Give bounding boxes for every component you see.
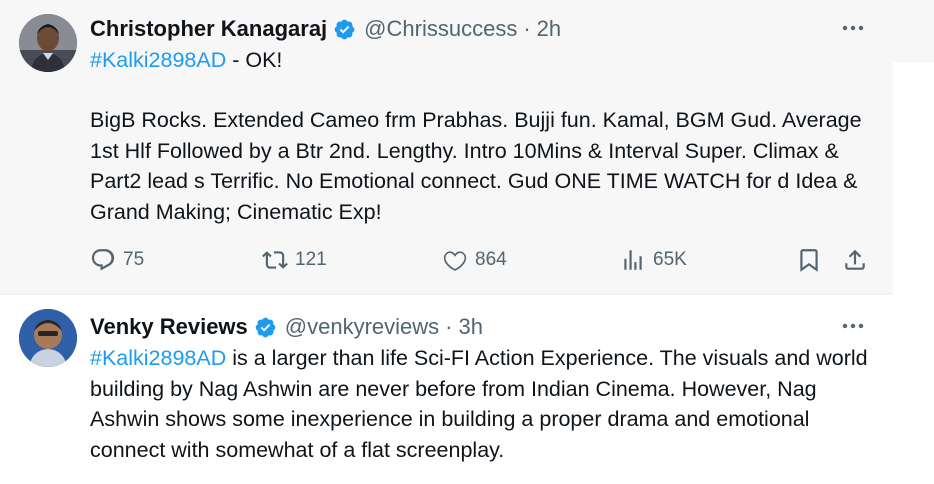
verified-badge-icon — [334, 19, 355, 39]
timestamp[interactable]: 2h — [537, 16, 561, 42]
tweet-text-line: - OK! — [226, 48, 283, 72]
share-icon — [845, 249, 865, 270]
author-name[interactable]: Venky Reviews — [90, 314, 248, 340]
timeline-feed: Christopher Kanagaraj @Chrissuccess · 2h… — [0, 0, 893, 484]
timestamp[interactable]: 3h — [459, 314, 483, 340]
margin-block — [893, 0, 934, 62]
reply-count: 75 — [123, 249, 145, 270]
like-count: 864 — [475, 249, 507, 270]
author-handle[interactable]: @Chrissuccess — [364, 16, 517, 42]
tweet-paragraph: BigB Rocks. Extended Cameo frm Prabhas. … — [90, 108, 862, 224]
separator-dot: · — [445, 314, 453, 339]
like-button[interactable]: 864 — [442, 245, 507, 275]
views-count: 65K — [653, 249, 687, 270]
hashtag-link[interactable]: #Kalki2898AD — [90, 346, 226, 370]
tweet[interactable]: Venky Reviews @venkyreviews · 3h #Kalki2… — [0, 295, 893, 484]
repost-icon — [262, 251, 288, 269]
separator-dot: · — [523, 16, 531, 41]
tweet-header: Venky Reviews @venkyreviews · 3h — [90, 312, 483, 342]
share-button[interactable] — [842, 245, 868, 275]
bookmark-button[interactable] — [796, 245, 822, 275]
views-button[interactable]: 65K — [620, 245, 687, 275]
reply-icon — [91, 249, 115, 271]
tweet-text: #Kalki2898AD - OK! — [90, 45, 880, 76]
more-options-icon[interactable] — [841, 316, 865, 336]
views-icon — [624, 250, 642, 270]
more-options-icon[interactable] — [841, 18, 865, 38]
avatar[interactable] — [19, 14, 77, 72]
tweet-header: Christopher Kanagaraj @Chrissuccess · 2h — [90, 14, 561, 44]
avatar-image — [19, 309, 77, 367]
like-icon — [443, 251, 467, 271]
reply-button[interactable]: 75 — [90, 245, 144, 275]
verified-badge-icon — [255, 317, 276, 337]
author-handle[interactable]: @venkyreviews — [285, 314, 439, 340]
tweet-actions: 75 121 864 65K — [90, 245, 870, 275]
avatar-image — [19, 14, 77, 72]
repost-count: 121 — [295, 249, 327, 270]
repost-button[interactable]: 121 — [262, 245, 327, 275]
avatar[interactable] — [19, 309, 77, 367]
right-margin — [893, 0, 934, 484]
author-name[interactable]: Christopher Kanagaraj — [90, 16, 327, 42]
tweet[interactable]: Christopher Kanagaraj @Chrissuccess · 2h… — [0, 0, 893, 293]
hashtag-link[interactable]: #Kalki2898AD — [90, 48, 226, 72]
bookmark-icon — [800, 249, 818, 272]
tweet-text: #Kalki2898AD is a larger than life Sci-F… — [90, 343, 880, 465]
